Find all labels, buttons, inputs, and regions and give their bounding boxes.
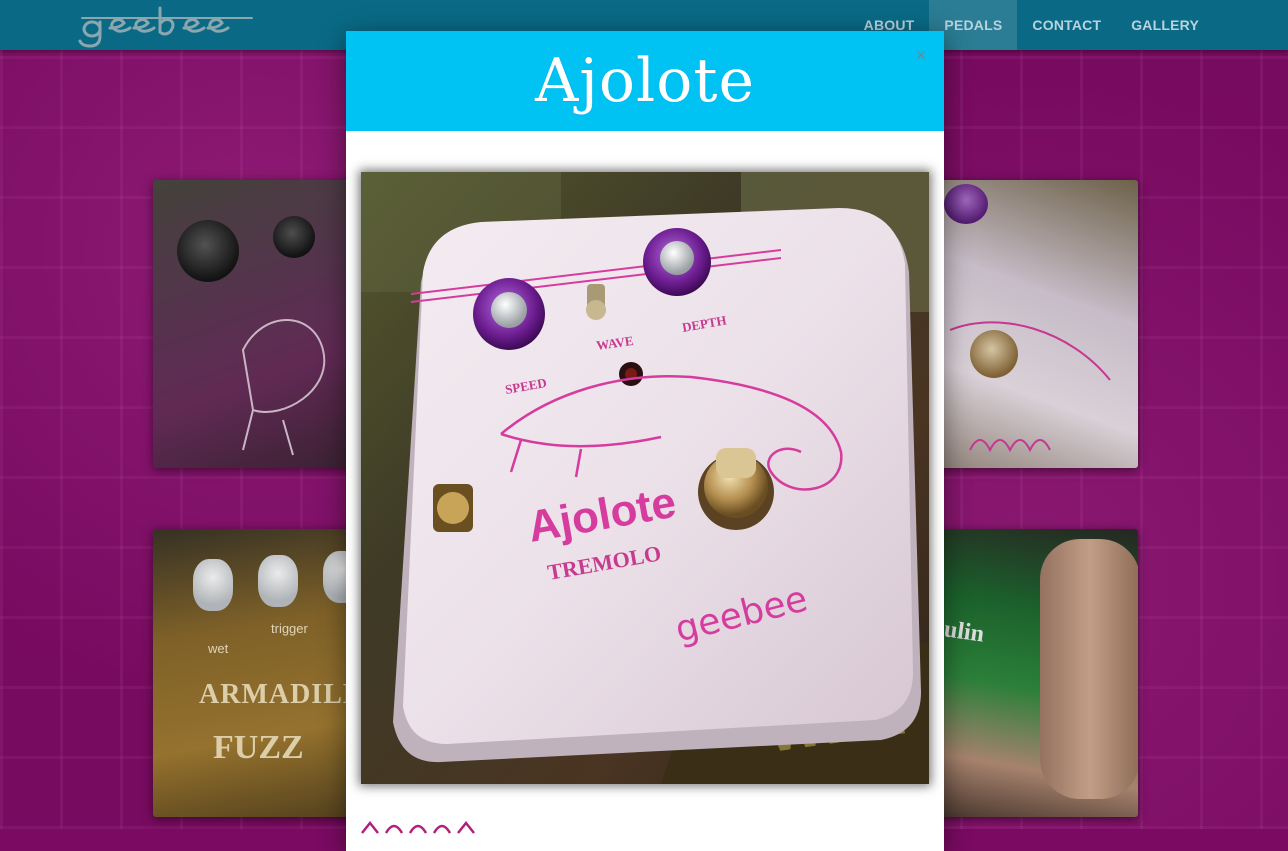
pedal-photo-image: wnd SPEED WAVE DEPTH Ajolote TREMOLO gee… — [361, 172, 929, 784]
modal-header: Ajolote × — [346, 31, 944, 131]
geebee-footer-logo-icon — [361, 820, 475, 834]
nav-gallery[interactable]: GALLERY — [1116, 0, 1214, 50]
geebee-logo-icon[interactable] — [74, 4, 256, 48]
modal-title: Ajolote — [535, 46, 755, 116]
close-button[interactable]: × — [912, 45, 930, 65]
pedal-modal: Ajolote × SPEED WAVE DEPTH Ajolote TREMO… — [346, 31, 944, 851]
nav-contact[interactable]: CONTACT — [1017, 0, 1116, 50]
pedal-photo[interactable]: wnd SPEED WAVE DEPTH Ajolote TREMOLO gee… — [361, 172, 929, 784]
